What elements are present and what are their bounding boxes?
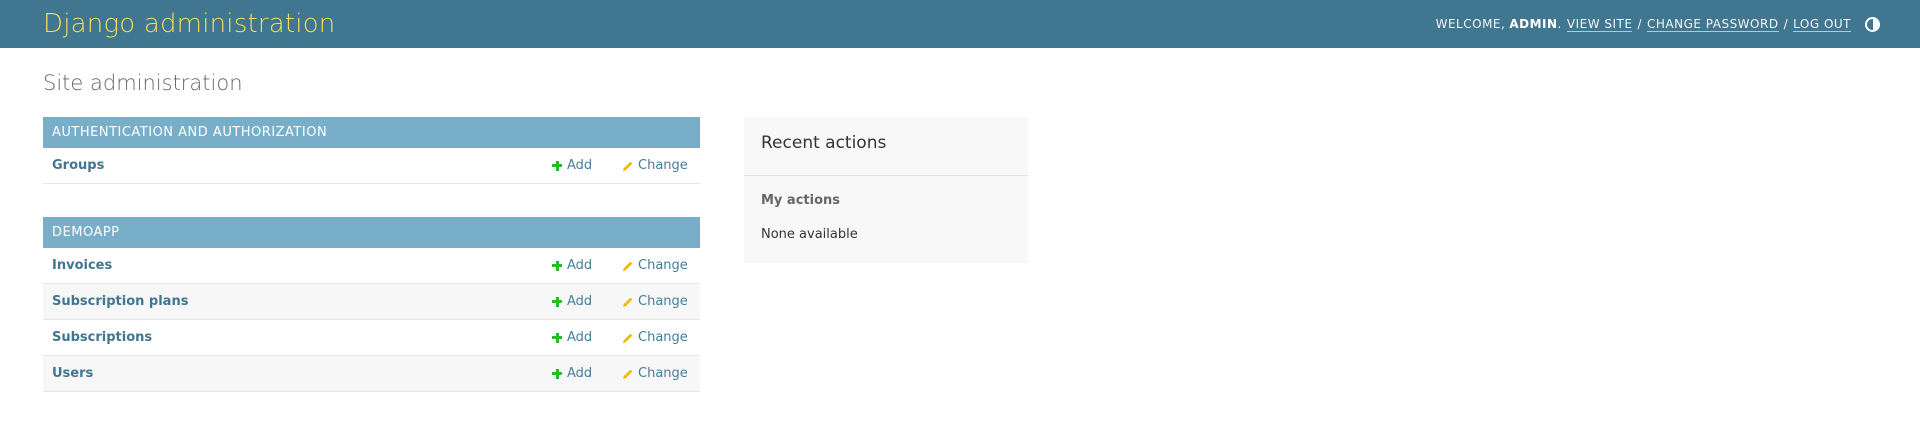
add-button[interactable]: Add — [552, 330, 622, 345]
model-row-subscriptions: Subscriptions Add Change — [43, 320, 700, 356]
app-list: Authentication and Authorization Groups … — [43, 117, 700, 425]
log-out-link[interactable]: Log out — [1793, 17, 1851, 32]
recent-actions-panel: Recent actions My actions None available — [744, 117, 1028, 263]
recent-actions-empty: None available — [761, 227, 858, 242]
change-password-link[interactable]: Change password — [1646, 17, 1779, 32]
add-label: Add — [567, 366, 593, 381]
view-site-link[interactable]: View site — [1566, 17, 1633, 32]
module-demoapp: Demoapp Invoices Add Change Subscription… — [43, 217, 700, 392]
plus-icon — [552, 260, 562, 271]
model-row-groups: Groups Add Change — [43, 148, 700, 184]
pencil-icon — [623, 161, 633, 171]
recent-actions-title: Recent actions — [744, 117, 1028, 176]
plus-icon — [552, 160, 562, 171]
model-link-subscriptions[interactable]: Subscriptions — [52, 330, 552, 345]
separator: / — [1783, 17, 1789, 31]
model-link-subscription-plans[interactable]: Subscription plans — [52, 294, 552, 309]
model-link-groups[interactable]: Groups — [52, 158, 552, 173]
model-link-invoices[interactable]: Invoices — [52, 258, 552, 273]
add-label: Add — [567, 330, 593, 345]
module-caption[interactable]: Authentication and Authorization — [43, 117, 700, 148]
username: ADMIN — [1509, 17, 1558, 31]
change-button[interactable]: Change — [622, 258, 691, 273]
add-label: Add — [567, 294, 593, 309]
my-actions-heading: My actions — [761, 193, 841, 208]
module-caption[interactable]: Demoapp — [43, 217, 700, 248]
model-row-users: Users Add Change — [43, 356, 700, 392]
change-button[interactable]: Change — [622, 294, 691, 309]
page-title: Site administration — [43, 71, 243, 95]
plus-icon — [552, 296, 562, 307]
header: Django administration Welcome, ADMIN. Vi… — [0, 0, 1920, 48]
pencil-icon — [623, 261, 633, 271]
change-label: Change — [638, 158, 688, 173]
pencil-icon — [623, 297, 633, 307]
change-label: Change — [638, 294, 688, 309]
welcome-text: Welcome, — [1435, 17, 1506, 31]
model-row-invoices: Invoices Add Change — [43, 248, 700, 284]
user-tools: Welcome, ADMIN. View site / Change passw… — [1435, 16, 1880, 32]
model-row-subscription-plans: Subscription plans Add Change — [43, 284, 700, 320]
add-button[interactable]: Add — [552, 366, 622, 381]
dashboard-columns: Authentication and Authorization Groups … — [43, 117, 1877, 425]
add-label: Add — [567, 258, 593, 273]
add-button[interactable]: Add — [552, 158, 622, 173]
pencil-icon — [623, 333, 633, 343]
theme-toggle-icon[interactable] — [1865, 16, 1880, 32]
content: Site administration Authentication and A… — [0, 68, 1920, 425]
add-button[interactable]: Add — [552, 294, 622, 309]
plus-icon — [552, 332, 562, 343]
separator: / — [1637, 17, 1642, 31]
username-period: . — [1557, 17, 1562, 31]
module-auth: Authentication and Authorization Groups … — [43, 117, 700, 184]
add-label: Add — [567, 158, 593, 173]
site-brand[interactable]: Django administration — [43, 9, 336, 39]
add-button[interactable]: Add — [552, 258, 622, 273]
model-link-users[interactable]: Users — [52, 366, 552, 381]
change-button[interactable]: Change — [622, 158, 691, 173]
change-label: Change — [638, 330, 688, 345]
change-label: Change — [638, 258, 688, 273]
change-button[interactable]: Change — [622, 366, 691, 381]
plus-icon — [552, 368, 562, 379]
change-label: Change — [638, 366, 688, 381]
change-button[interactable]: Change — [622, 330, 691, 345]
pencil-icon — [623, 369, 633, 379]
